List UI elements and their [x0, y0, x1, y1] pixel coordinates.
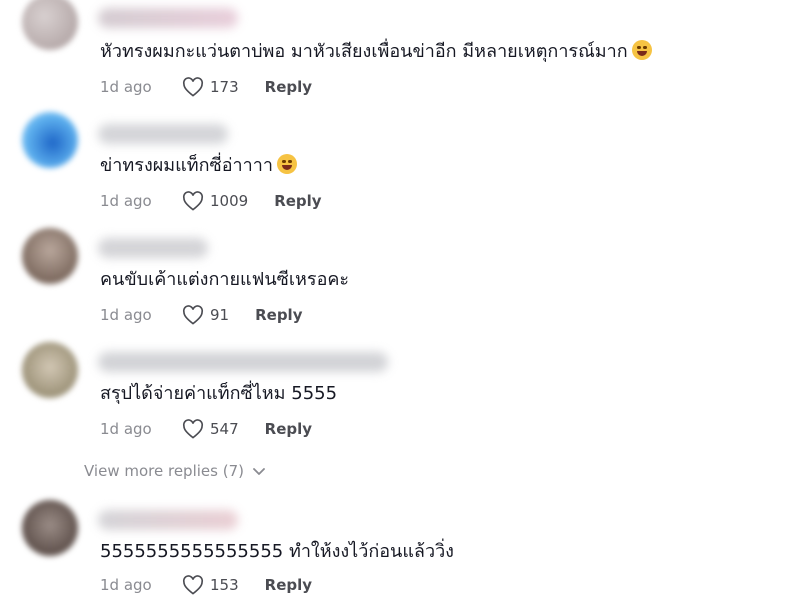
comment-text-body: 5555555555555555 ทำให้งงไว้ก่อนแล้ววิ่ง	[100, 541, 454, 562]
comment-item: สรุปได้จ่ายค่าแท็กซี่ไหม 5555 1d ago 547…	[0, 342, 800, 452]
like-button[interactable]: 1009	[182, 191, 274, 211]
like-count: 547	[210, 420, 239, 438]
like-button[interactable]: 547	[182, 419, 265, 439]
timestamp: 1d ago	[100, 420, 152, 438]
comment-meta: 1d ago 173 Reply	[100, 76, 312, 98]
username-blurred[interactable]	[98, 352, 388, 372]
comment-text-body: ข่าทรงผมแท็กซี่อ่าาาา	[100, 155, 273, 176]
comment-item: 5555555555555555 ทำให้งงไว้ก่อนแล้ววิ่ง …	[0, 500, 800, 610]
heart-icon	[182, 419, 204, 439]
laughing-tears-emoji	[631, 40, 652, 60]
heart-icon	[182, 575, 204, 595]
like-count: 153	[210, 576, 239, 594]
reply-button[interactable]: Reply	[265, 576, 312, 594]
comment-text: คนขับเค้าแต่งกายแฟนซีเหรอคะ	[100, 268, 349, 292]
comment-meta: 1d ago 1009 Reply	[100, 190, 322, 212]
heart-icon	[182, 305, 204, 325]
comment-text: 5555555555555555 ทำให้งงไว้ก่อนแล้ววิ่ง	[100, 540, 454, 564]
heart-icon	[182, 191, 204, 211]
avatar[interactable]	[22, 112, 78, 168]
username-blurred[interactable]	[98, 238, 208, 258]
timestamp: 1d ago	[100, 306, 152, 324]
timestamp: 1d ago	[100, 192, 152, 210]
comment-meta: 1d ago 547 Reply	[100, 418, 312, 440]
comment-item: คนขับเค้าแต่งกายแฟนซีเหรอคะ 1d ago 91 Re…	[0, 228, 800, 338]
username-blurred[interactable]	[98, 510, 238, 530]
comment-text: ข่าทรงผมแท็กซี่อ่าาาา	[100, 154, 297, 178]
avatar[interactable]	[22, 0, 78, 50]
timestamp: 1d ago	[100, 78, 152, 96]
like-count: 91	[210, 306, 230, 324]
avatar[interactable]	[22, 342, 78, 398]
comment-text: หัวทรงผมกะแว่นตาบ่พอ มาหัวเสียงเพื่อนข่า…	[100, 40, 652, 64]
heart-icon	[182, 77, 204, 97]
like-count: 173	[210, 78, 239, 96]
like-count: 1009	[210, 192, 249, 210]
comment-text-body: หัวทรงผมกะแว่นตาบ่พอ มาหัวเสียงเพื่อนข่า…	[100, 41, 628, 62]
view-more-label: View more replies (7)	[84, 462, 244, 480]
reply-button[interactable]: Reply	[265, 78, 312, 96]
avatar[interactable]	[22, 500, 78, 556]
reply-button[interactable]: Reply	[274, 192, 321, 210]
comment-text-body: สรุปได้จ่ายค่าแท็กซี่ไหม 5555	[100, 383, 338, 404]
chevron-down-icon	[253, 468, 265, 475]
reply-button[interactable]: Reply	[255, 306, 302, 324]
view-more-replies-button[interactable]: View more replies (7)	[84, 462, 266, 480]
avatar[interactable]	[22, 228, 78, 284]
sweat-smile-emoji	[276, 154, 297, 174]
timestamp: 1d ago	[100, 576, 152, 594]
like-button[interactable]: 91	[182, 305, 255, 325]
comment-text: สรุปได้จ่ายค่าแท็กซี่ไหม 5555	[100, 382, 337, 406]
like-button[interactable]: 173	[182, 77, 265, 97]
username-blurred[interactable]	[98, 124, 228, 144]
comment-meta: 1d ago 91 Reply	[100, 304, 302, 326]
comment-item: ข่าทรงผมแท็กซี่อ่าาาา 1d ago 1009 Reply	[0, 112, 800, 224]
comment-text-body: คนขับเค้าแต่งกายแฟนซีเหรอคะ	[100, 269, 350, 290]
reply-button[interactable]: Reply	[265, 420, 312, 438]
username-blurred[interactable]	[98, 8, 238, 28]
like-button[interactable]: 153	[182, 575, 265, 595]
comment-meta: 1d ago 153 Reply	[100, 574, 312, 596]
comment-item: หัวทรงผมกะแว่นตาบ่พอ มาหัวเสียงเพื่อนข่า…	[0, 0, 800, 110]
